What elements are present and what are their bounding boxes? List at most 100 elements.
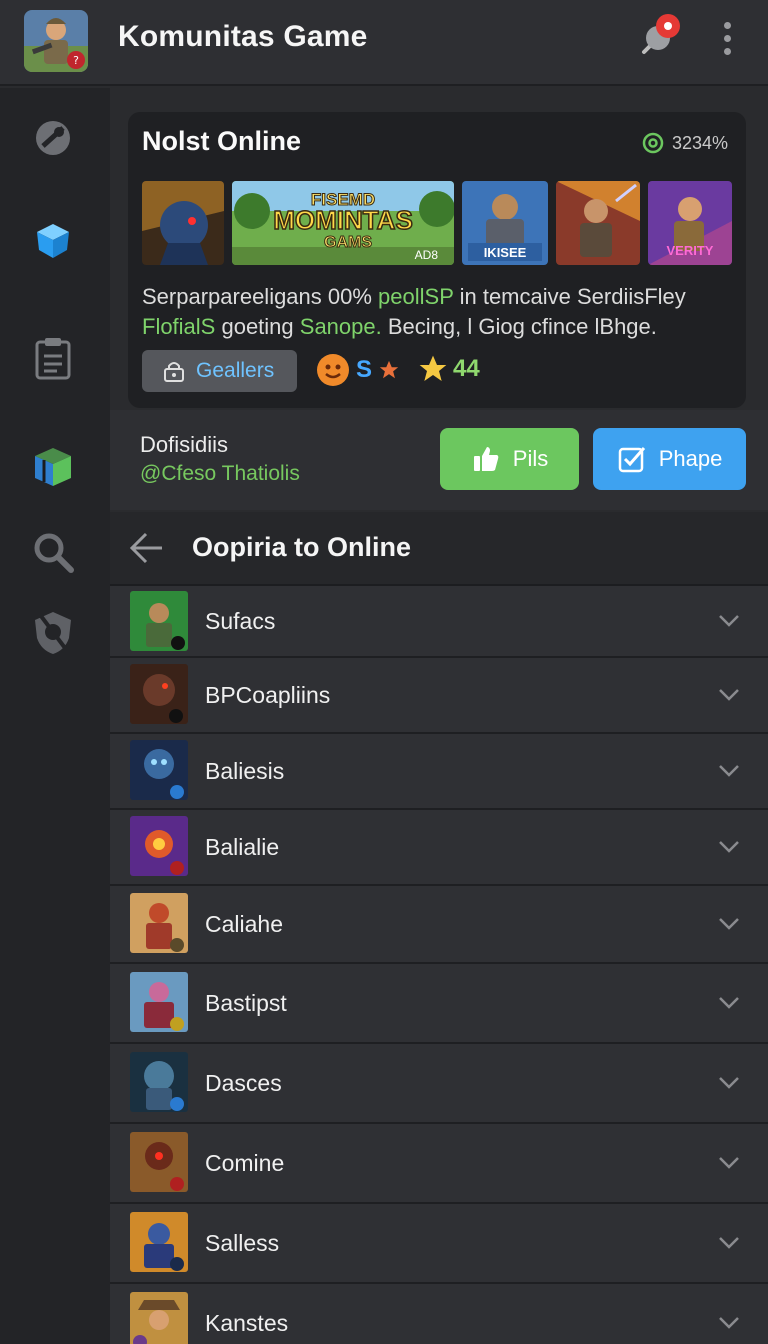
- chevron-down-icon: [719, 1077, 739, 1089]
- list-item[interactable]: Caliahe: [110, 886, 768, 964]
- game-thumb: [130, 1212, 188, 1272]
- featured-game-card[interactable]: Nolst Online 3234% FISEMD MOMINTAS GAMS …: [128, 112, 746, 408]
- phase-button[interactable]: Phape: [593, 428, 746, 490]
- desc-text: Becing, l Giog cfince lBhge.: [381, 314, 657, 339]
- chevron-down-icon: [719, 615, 739, 627]
- stars-count: 44: [417, 353, 480, 385]
- app-title: Komunitas Game: [118, 20, 368, 53]
- desc-highlight: peollSP: [378, 284, 454, 309]
- chevron-down-icon: [719, 997, 739, 1009]
- game-thumb: [130, 816, 188, 876]
- arrow-left-icon: [129, 532, 162, 564]
- screenshot-thumb[interactable]: [142, 181, 224, 265]
- sidebar-item-satellite[interactable]: [25, 110, 81, 166]
- list-item[interactable]: Bastipst: [110, 964, 768, 1044]
- sidebar-item-cube[interactable]: [25, 212, 81, 268]
- list-item[interactable]: Baliesis: [110, 734, 768, 810]
- list-title: Oopiria to Online: [192, 532, 412, 562]
- search-icon: [34, 533, 74, 573]
- desc-text: Serparpareeligans 00%: [142, 284, 379, 309]
- sidebar-item-search[interactable]: [25, 524, 81, 580]
- dot-icon: [723, 34, 731, 42]
- sidebar-item-clipboard[interactable]: [25, 330, 81, 386]
- sidebar: [0, 88, 110, 1344]
- list-item-label: Sufacs: [205, 608, 276, 634]
- gallery-label: Geallers: [196, 359, 275, 382]
- rating-letter: S: [356, 356, 373, 383]
- desc-highlight: FlofialS: [142, 314, 216, 339]
- desc-highlight: Sanope.: [299, 314, 382, 339]
- list-item[interactable]: BPCoapliins: [110, 658, 768, 734]
- pin-notification-icon: [642, 14, 680, 54]
- cube-icon: [37, 224, 69, 258]
- list-item[interactable]: Comine: [110, 1124, 768, 1204]
- community-info-row: Dofisidiis @Cfeso Thatiolis Pils Phape: [110, 410, 768, 510]
- checkbox-icon: [618, 447, 645, 473]
- chevron-down-icon: [719, 689, 739, 701]
- dot-icon: [723, 21, 731, 29]
- game-thumb: [130, 893, 188, 953]
- game-banner-thumb[interactable]: FISEMD MOMINTAS GAMS AD8: [232, 181, 454, 265]
- chevron-down-icon: [719, 1317, 739, 1329]
- desc-text: in temcaive SerdiisFley: [453, 284, 686, 309]
- list-item[interactable]: Sufacs: [110, 586, 768, 658]
- list-header: Oopiria to Online: [110, 512, 768, 586]
- svg-text:?: ?: [73, 54, 79, 67]
- list-item-label: Balialie: [205, 834, 280, 860]
- game-thumb: [130, 740, 188, 800]
- thumb-label: IKISEE: [484, 245, 527, 260]
- like-label: Pils: [512, 446, 549, 471]
- list-item[interactable]: Dasces: [110, 1044, 768, 1124]
- game-thumb: [130, 591, 188, 651]
- desc-text: goeting: [215, 314, 300, 339]
- game-thumb: [130, 1292, 188, 1344]
- screenshot-thumb[interactable]: [556, 181, 640, 265]
- list-item[interactable]: Salless: [110, 1204, 768, 1284]
- chevron-down-icon: [719, 1157, 739, 1169]
- rating-badge: S: [316, 353, 400, 387]
- game-list: Sufacs BPCoapliins Baliesis Balialie Cal…: [110, 586, 768, 1344]
- app-bar: ? Komunitas Game: [0, 0, 768, 86]
- list-item[interactable]: Balialie: [110, 810, 768, 886]
- list-item-label: Comine: [205, 1150, 285, 1176]
- at-circle-icon: [642, 132, 664, 154]
- game-thumb: [130, 664, 188, 724]
- card-title: Nolst Online: [142, 126, 302, 156]
- smiley-icon: [317, 354, 349, 386]
- star-icon: [419, 355, 447, 381]
- thumbs-up-icon: [473, 447, 499, 471]
- stars-value: 44: [453, 355, 480, 382]
- shield-icon: [35, 612, 71, 654]
- thumb-label: VERITY: [667, 243, 714, 258]
- sidebar-item-box[interactable]: [25, 438, 81, 494]
- more-menu-button[interactable]: [712, 18, 742, 58]
- satellite-icon: [36, 121, 70, 155]
- community-handle[interactable]: @Cfeso Thatiolis: [140, 462, 300, 486]
- game-thumb: [130, 972, 188, 1032]
- list-item-label: Bastipst: [205, 990, 287, 1016]
- chevron-down-icon: [719, 918, 739, 930]
- banner-line-2: MOMINTAS: [273, 205, 413, 235]
- list-item-label: Kanstes: [205, 1310, 289, 1336]
- screenshot-thumb[interactable]: IKISEE: [462, 181, 548, 265]
- lock-icon: [164, 362, 184, 382]
- back-button[interactable]: [128, 528, 164, 568]
- game-thumb: [130, 1052, 188, 1112]
- stat-value: 3234%: [671, 132, 728, 153]
- gallery-button[interactable]: Geallers: [142, 350, 297, 392]
- list-item[interactable]: Kanstes: [110, 1284, 768, 1344]
- sidebar-item-shield[interactable]: [25, 604, 81, 660]
- card-stat: 3234%: [642, 132, 728, 154]
- star-small-icon: [379, 360, 399, 379]
- notification-button[interactable]: [636, 12, 686, 58]
- screenshot-strip: FISEMD MOMINTAS GAMS AD8 IKISEE VERITY: [142, 181, 732, 265]
- list-item-label: Dasces: [205, 1070, 282, 1096]
- like-button[interactable]: Pils: [440, 428, 579, 490]
- chevron-down-icon: [719, 1237, 739, 1249]
- screenshot-thumb[interactable]: VERITY: [648, 181, 732, 265]
- box-icon: [35, 448, 71, 486]
- banner-line-3: GAMS: [324, 234, 372, 251]
- list-item-label: Caliahe: [205, 911, 283, 937]
- banner-badge: AD8: [415, 248, 439, 262]
- app-avatar[interactable]: ?: [24, 10, 88, 72]
